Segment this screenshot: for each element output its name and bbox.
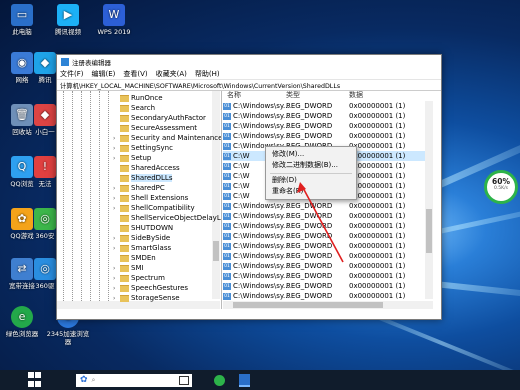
start-button[interactable] [28,372,44,388]
search-box[interactable]: ✿ ⌕ [76,373,192,387]
search-icon: ⌕ [91,375,96,384]
baidu-icon: ✿ [80,375,88,385]
annotation-overlay [297,182,344,263]
taskbar-registry-icon[interactable] [239,373,250,387]
taskbar-360-icon[interactable] [214,374,225,386]
camera-icon [179,375,189,385]
red-arrow-icon [301,185,344,263]
taskbar: ✿ ⌕ [0,370,520,390]
